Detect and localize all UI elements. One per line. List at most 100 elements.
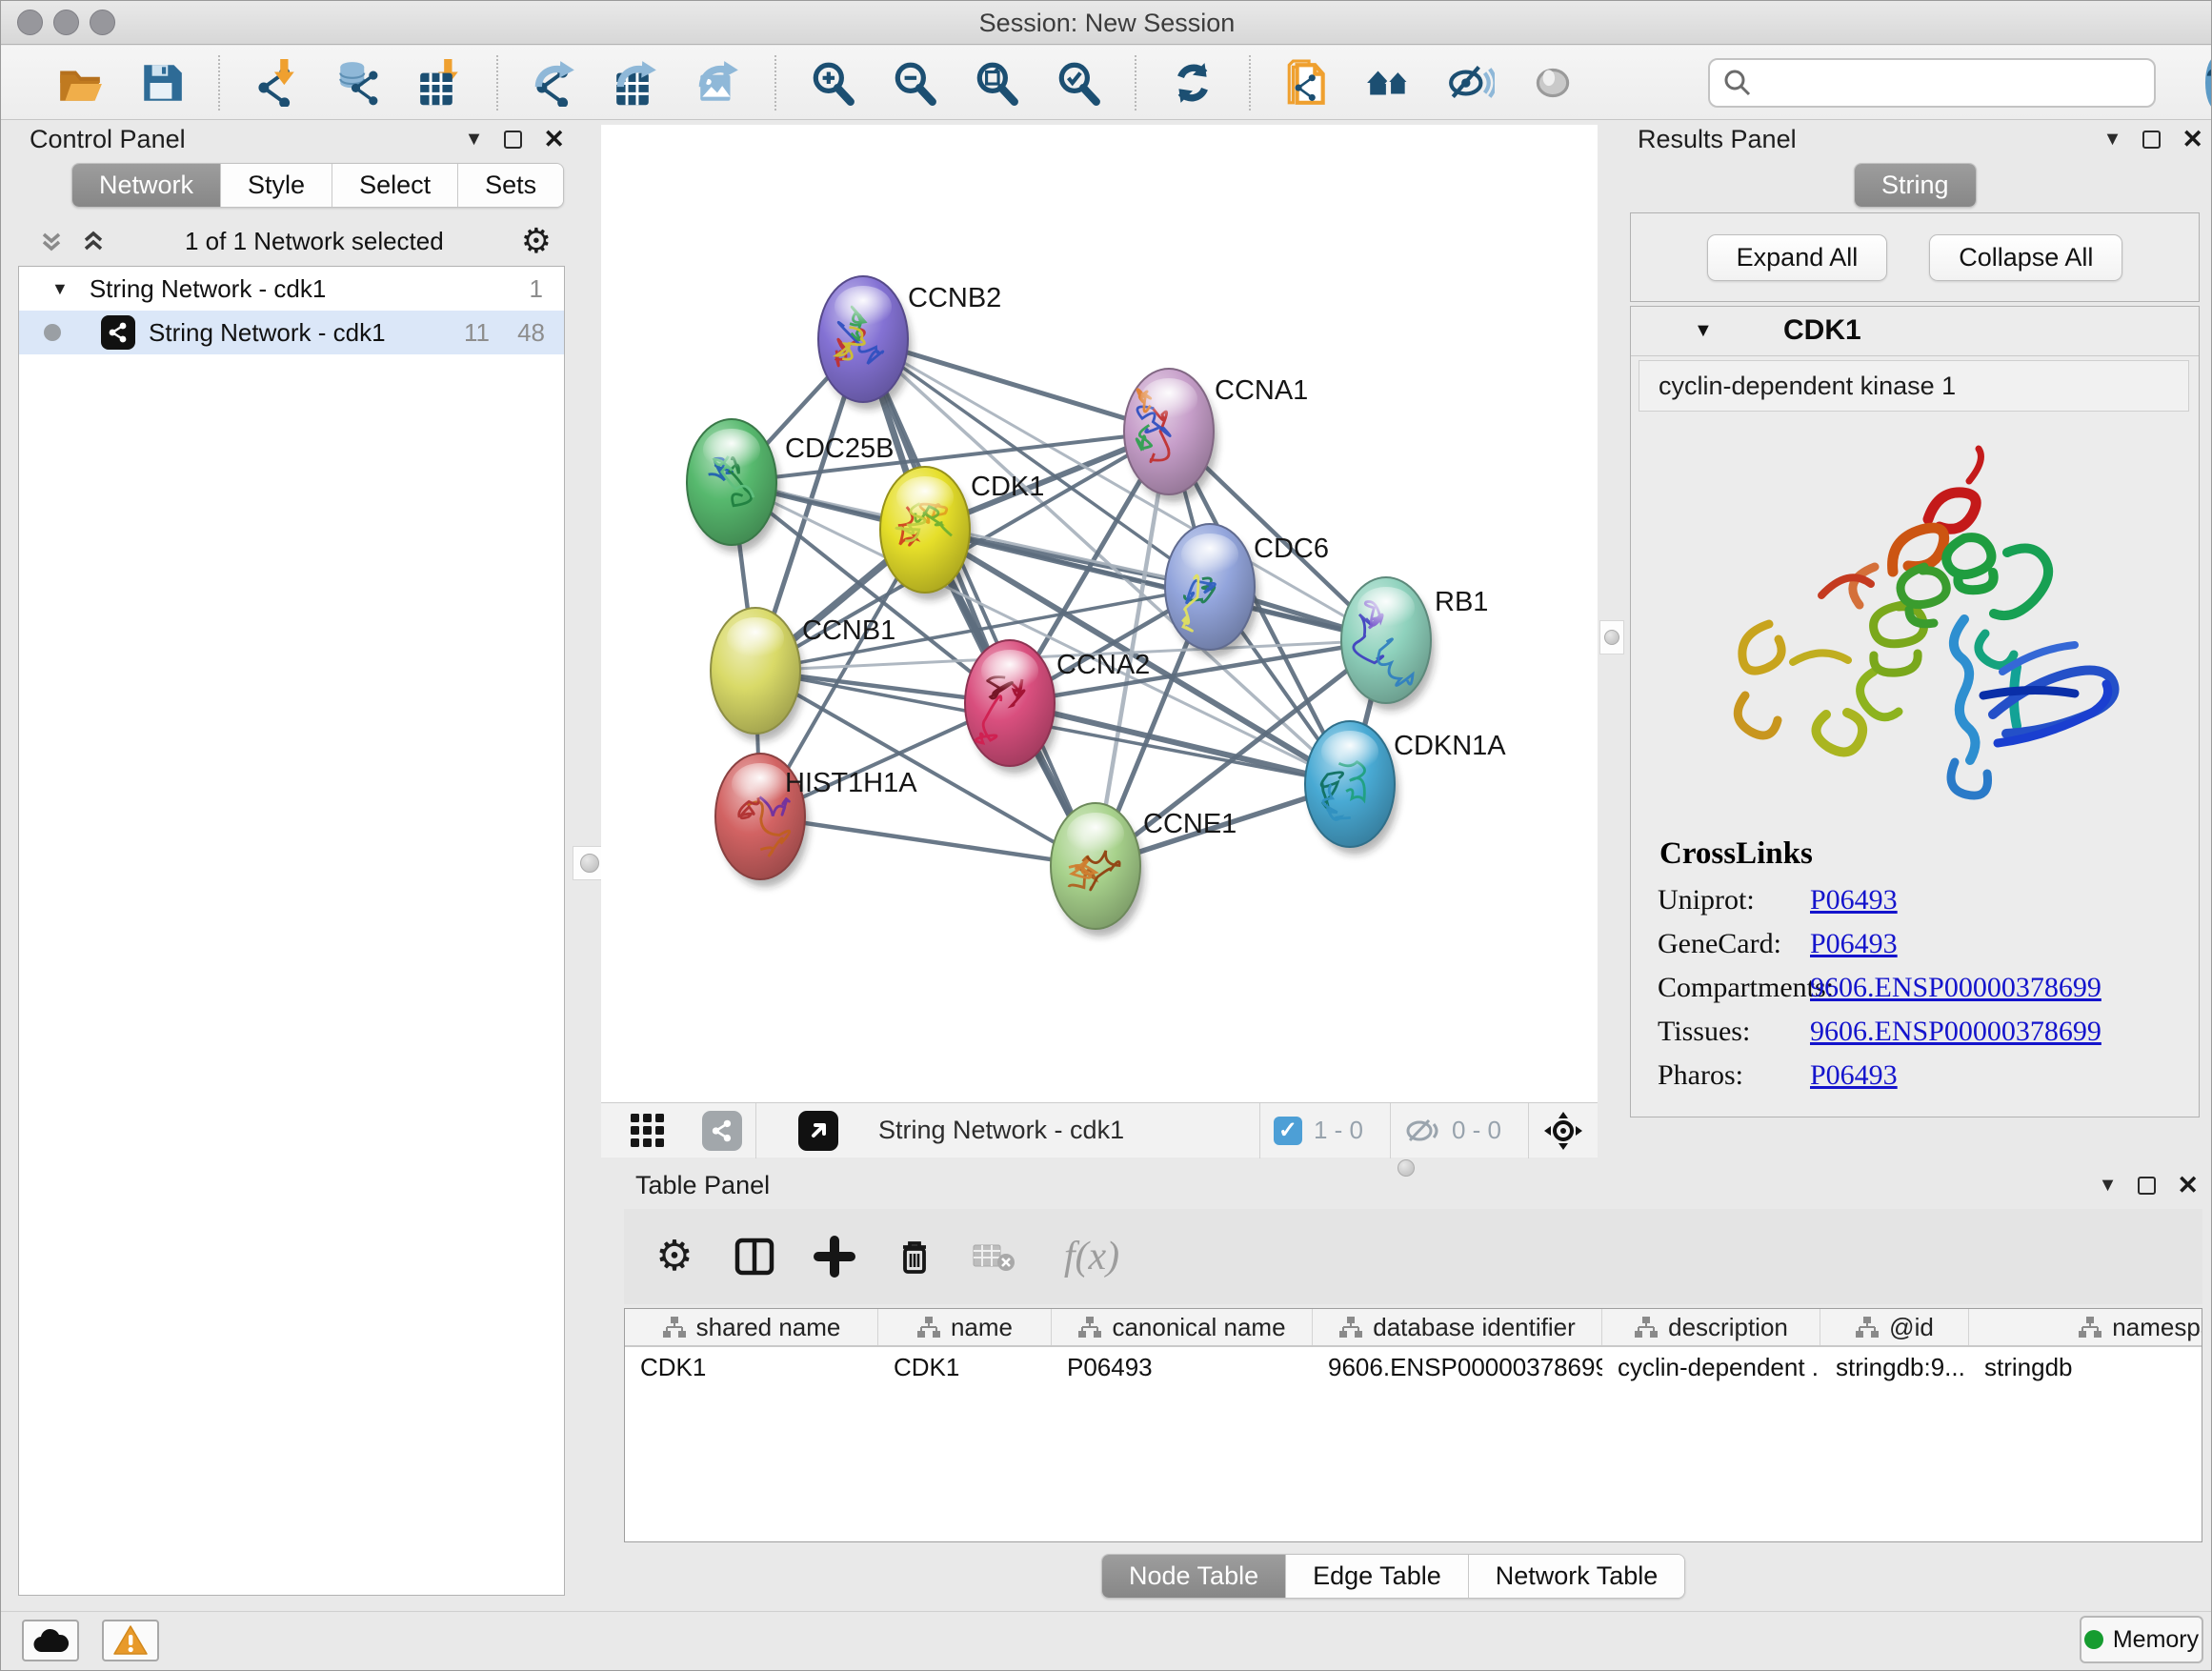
table-cell[interactable]: stringdb <box>1969 1347 2202 1387</box>
network-node-CCNE1[interactable]: CCNE1 <box>1051 803 1237 936</box>
collapse-all-icon[interactable] <box>37 227 66 255</box>
window-title: Session: New Session <box>1 9 2212 38</box>
delete-table-icon[interactable] <box>969 1231 1020 1282</box>
panel-float-icon[interactable] <box>2138 1177 2156 1195</box>
open-folder-icon[interactable] <box>52 55 108 111</box>
table-header-row: shared namenamecanonical namedatabase id… <box>625 1309 2202 1347</box>
crosslink-link[interactable]: P06493 <box>1810 1059 1898 1092</box>
grid-icon[interactable] <box>622 1105 674 1157</box>
crosslink-link[interactable]: 9606.ENSP00000378699 <box>1810 972 2101 1004</box>
column-header-sharedname[interactable]: shared name <box>625 1309 878 1345</box>
import-table-icon[interactable] <box>412 55 468 111</box>
network-node-CCNB1[interactable]: CCNB1 <box>711 608 895 741</box>
hidden-eye-icon[interactable] <box>1404 1116 1442 1146</box>
birdseye-view-icon[interactable] <box>798 1111 838 1151</box>
network-row-selected[interactable]: String Network - cdk1 11 48 <box>19 311 564 354</box>
tab-edge-table[interactable]: Edge Table <box>1285 1555 1468 1598</box>
export-network-icon[interactable] <box>527 55 582 111</box>
network-canvas[interactable]: CCNB2CCNA1CDC25BCDK1CDC6RB1CCNB1CCNA2CDK… <box>601 125 1598 1158</box>
network-collection-row[interactable]: ▼ String Network - cdk1 1 <box>19 267 564 311</box>
warning-icon[interactable] <box>102 1620 159 1661</box>
column-header-id[interactable]: @id <box>1820 1309 1969 1345</box>
save-floppy-icon[interactable] <box>134 55 190 111</box>
zoom-in-icon[interactable] <box>805 55 860 111</box>
column-header-namespace[interactable]: namespace <box>1969 1309 2202 1345</box>
plus-icon[interactable] <box>809 1231 860 1282</box>
protein-header[interactable]: ▼ CDK1 <box>1631 307 2199 356</box>
node-label: CDKN1A <box>1394 731 1506 761</box>
table-cell[interactable]: 9606.ENSP00000378699 <box>1313 1347 1602 1387</box>
selected-checkbox-icon[interactable]: ✓ <box>1274 1117 1302 1145</box>
network-node-HIST1H1A[interactable]: HIST1H1A <box>715 754 917 887</box>
function-icon[interactable]: f(x) <box>1049 1231 1135 1282</box>
crosslink-row: GeneCard:P06493 <box>1631 922 2199 966</box>
network-node-CCNB2[interactable]: CCNB2 <box>818 276 1001 410</box>
crosslink-link[interactable]: P06493 <box>1810 884 1898 916</box>
table-cell[interactable]: CDK1 <box>625 1347 878 1387</box>
refresh-icon[interactable] <box>1165 55 1220 111</box>
panel-close-icon[interactable]: ✕ <box>543 127 565 152</box>
panel-collapse-icon[interactable]: ▼ <box>465 129 484 151</box>
export-table-icon[interactable] <box>609 55 664 111</box>
tree-expand-icon[interactable]: ▼ <box>51 279 69 299</box>
column-header-description[interactable]: description <box>1602 1309 1820 1345</box>
tab-sets[interactable]: Sets <box>457 164 563 207</box>
help-icon[interactable]: ? <box>2205 56 2212 110</box>
collapse-triangle-icon[interactable]: ▼ <box>1694 320 1713 342</box>
tab-select[interactable]: Select <box>332 164 457 207</box>
columns-icon[interactable] <box>729 1231 780 1282</box>
network-node-CDKN1A[interactable]: CDKN1A <box>1305 721 1506 855</box>
cloud-icon[interactable] <box>22 1620 79 1661</box>
network-node-CDC25B[interactable]: CDC25B <box>687 419 894 553</box>
houses-icon[interactable] <box>1361 55 1417 111</box>
network-node-RB1[interactable]: RB1 <box>1341 577 1488 711</box>
document-share-icon[interactable] <box>1279 55 1335 111</box>
network-node-CCNA1[interactable]: CCNA1 <box>1124 369 1308 502</box>
table-cell[interactable]: P06493 <box>1052 1347 1313 1387</box>
crosshair-icon[interactable] <box>1542 1110 1584 1152</box>
panel-close-icon[interactable]: ✕ <box>2182 127 2203 152</box>
table-row[interactable]: CDK1CDK1P064939606.ENSP00000378699cyclin… <box>625 1347 2202 1387</box>
search-input[interactable] <box>1754 67 2154 98</box>
column-header-canonicalname[interactable]: canonical name <box>1052 1309 1313 1345</box>
import-database-icon[interactable] <box>331 55 386 111</box>
expand-all-icon[interactable] <box>79 227 108 255</box>
table-cell[interactable]: stringdb:9... <box>1820 1347 1969 1387</box>
export-image-icon[interactable] <box>691 55 746 111</box>
tab-node-table[interactable]: Node Table <box>1102 1555 1285 1598</box>
panel-collapse-icon[interactable]: ▼ <box>2103 129 2122 151</box>
network-tree: ▼ String Network - cdk1 1 String Network… <box>18 266 565 1596</box>
zoom-fit-icon[interactable] <box>969 55 1024 111</box>
crosslink-link[interactable]: 9606.ENSP00000378699 <box>1810 1016 2101 1048</box>
panel-collapse-icon[interactable]: ▼ <box>2099 1175 2118 1197</box>
table-cell[interactable]: CDK1 <box>878 1347 1052 1387</box>
trash-icon[interactable] <box>889 1231 940 1282</box>
panel-float-icon[interactable] <box>2142 131 2161 149</box>
zoom-out-icon[interactable] <box>887 55 942 111</box>
import-network-icon[interactable] <box>249 55 304 111</box>
eye-icon[interactable] <box>1525 55 1580 111</box>
eye-slash-icon[interactable] <box>1443 55 1498 111</box>
tab-style[interactable]: Style <box>220 164 332 207</box>
memory-button[interactable]: Memory <box>2080 1616 2203 1663</box>
panel-float-icon[interactable] <box>504 131 522 149</box>
table-cell[interactable]: cyclin-dependent ... <box>1602 1347 1820 1387</box>
node-table[interactable]: shared namenamecanonical namedatabase id… <box>624 1308 2202 1542</box>
column-header-databaseidentifier[interactable]: database identifier <box>1313 1309 1602 1345</box>
expand-all-button[interactable]: Expand All <box>1707 234 1888 281</box>
zoom-selected-icon[interactable] <box>1051 55 1106 111</box>
panel-close-icon[interactable]: ✕ <box>2177 1173 2199 1198</box>
tab-network[interactable]: Network <box>72 164 220 207</box>
gear-icon[interactable]: ⚙ <box>649 1231 700 1282</box>
toolbar-separator <box>218 55 220 111</box>
collapse-all-button[interactable]: Collapse All <box>1929 234 2122 281</box>
tab-string[interactable]: String <box>1855 164 1976 207</box>
gear-icon[interactable]: ⚙ <box>521 224 552 258</box>
network-graph[interactable]: CCNB2CCNA1CDC25BCDK1CDC6RB1CCNB1CCNA2CDK… <box>601 125 1598 1102</box>
search-box[interactable] <box>1708 58 2156 108</box>
right-splitter-handle[interactable] <box>1599 620 1624 654</box>
column-header-name[interactable]: name <box>878 1309 1052 1345</box>
share-icon[interactable] <box>702 1111 742 1151</box>
crosslink-link[interactable]: P06493 <box>1810 928 1898 960</box>
tab-network-table[interactable]: Network Table <box>1468 1555 1685 1598</box>
